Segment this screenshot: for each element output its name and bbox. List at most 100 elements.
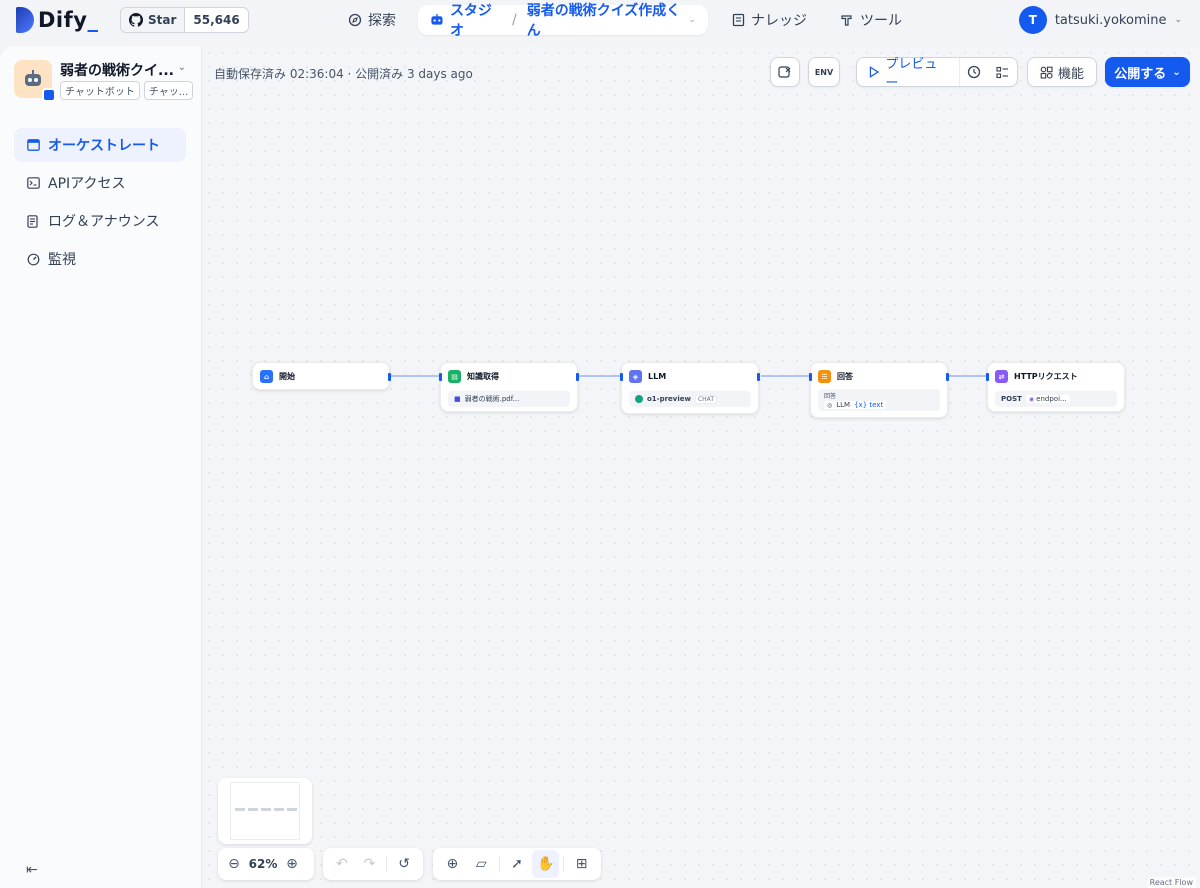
workflow-canvas[interactable]: 自動保存済み 02:36:04 · 公開済み 3 days ago ENV プレ… [202, 46, 1200, 888]
github-star-button[interactable]: Star 55,646 [120, 7, 249, 33]
nav-tools-label: ツール [860, 13, 902, 29]
publish-button[interactable]: 公開する ⌄ [1105, 57, 1190, 87]
run-history-button[interactable] [960, 58, 989, 86]
add-node-icon[interactable]: ⊕ [439, 850, 466, 878]
canvas-tools: ⊕ ▱ ➚ ✋ ⊞ [433, 848, 601, 880]
sidebar-item-label: オーケストレート [48, 138, 160, 154]
divider [386, 856, 388, 872]
zoom-level[interactable]: 62% [246, 857, 280, 871]
preview-button[interactable]: プレビュー [857, 57, 960, 91]
redo-icon[interactable]: ↷ [357, 850, 383, 878]
chevron-down-icon[interactable]: ⌄ [178, 62, 186, 73]
app-sidebar: 弱者の戦術クイ... ⌄ チャットボット チャッ... オーケストレート API… [0, 46, 202, 888]
github-star-count: 55,646 [193, 13, 240, 27]
node-title: 開始 [279, 372, 295, 381]
book-icon [732, 13, 745, 27]
minimap[interactable] [218, 778, 312, 844]
checklist-toggle-button[interactable] [988, 58, 1017, 86]
llm-icon: ◈ [629, 370, 642, 383]
window-icon [26, 138, 40, 152]
divider [563, 856, 565, 872]
model-mode-badge: CHAT [694, 394, 717, 404]
hand-icon[interactable]: ✋ [532, 850, 560, 878]
source-handle[interactable] [388, 373, 391, 381]
chevron-down-icon: ⌄ [1174, 15, 1182, 25]
node-knowledge-retrieval[interactable]: ▤ 知識取得 ■ 弱者の戦術.pdf... [439, 362, 579, 412]
chevron-down-icon[interactable]: ⌄ [688, 15, 696, 25]
app-mode-tag: チャッ... [143, 81, 194, 100]
features-label: 機能 [1057, 66, 1084, 82]
sidebar-item-orchestrate[interactable]: オーケストレート [14, 128, 186, 162]
github-icon [129, 13, 143, 27]
list-check-icon [996, 66, 1009, 78]
github-star-label: Star [148, 13, 177, 27]
app-info-card[interactable]: 弱者の戦術クイ... ⌄ チャットボット チャッ... [14, 60, 194, 116]
source-handle[interactable] [946, 373, 949, 381]
source-handle[interactable] [576, 373, 579, 381]
node-start[interactable]: ⌂ 開始 [252, 362, 391, 390]
collapse-sidebar-icon[interactable]: ⇤ [26, 862, 38, 878]
app-title: 弱者の戦術クイ... [60, 63, 174, 79]
sidebar-item-monitoring[interactable]: 監視 [14, 242, 186, 276]
dify-logo-mark [16, 7, 34, 33]
target-handle[interactable] [809, 373, 812, 381]
features-button[interactable]: 機能 [1027, 57, 1097, 87]
node-answer[interactable]: ☰ 回答 回答 ◎ LLM {x} text [809, 362, 949, 418]
breadcrumb-app-name[interactable]: 弱者の戦術クイズ作成くん [527, 0, 683, 40]
sidebar-menu: オーケストレート APIアクセス ログ＆アナウンス 監視 [14, 128, 186, 280]
terminal-icon [26, 176, 40, 190]
compass-icon [348, 13, 362, 27]
dataset-item: ■ 弱者の戦術.pdf... [448, 391, 570, 407]
home-icon: ⌂ [260, 370, 273, 383]
play-icon [869, 66, 880, 78]
react-flow-attribution[interactable]: React Flow [1146, 877, 1196, 888]
version-history-icon[interactable]: ↺ [391, 850, 417, 878]
openai-icon [635, 395, 643, 403]
target-handle[interactable] [439, 373, 442, 381]
zoom-in-icon[interactable]: ⊕ [282, 850, 302, 878]
app-type-tag: チャットボット [60, 81, 140, 100]
folder-icon: ■ [454, 395, 461, 403]
minimap-viewport [230, 782, 300, 840]
checklist-button[interactable] [770, 57, 800, 87]
sidebar-item-logs[interactable]: ログ＆アナウンス [14, 204, 186, 238]
add-note-icon[interactable]: ▱ [468, 850, 495, 878]
node-title: HTTPリクエスト [1014, 372, 1078, 381]
dify-logo[interactable]: Dify_ [16, 6, 98, 34]
edge-knowledge-llm [579, 375, 622, 377]
chatbot-badge-icon [42, 88, 56, 102]
source-handle[interactable] [757, 373, 760, 381]
zoom-out-icon[interactable]: ⊖ [224, 850, 244, 878]
user-menu[interactable]: T tatsuki.yokomine ⌄ [1018, 4, 1182, 36]
sidebar-item-label: APIアクセス [48, 176, 126, 192]
edge-answer-http [949, 375, 988, 377]
nav-explore[interactable]: 探索 [336, 5, 408, 35]
nav-tools[interactable]: ツール [828, 5, 914, 35]
ref-variable: {x} text [854, 401, 884, 409]
nav-knowledge-label: ナレッジ [751, 13, 807, 29]
chevron-down-icon: ⌄ [1172, 66, 1181, 78]
book-open-icon: ▤ [448, 370, 461, 383]
target-handle[interactable] [620, 373, 623, 381]
publish-label: 公開する [1114, 66, 1167, 82]
node-http-request[interactable]: ⇄ HTTPリクエスト POST ◉ endpoi... [986, 362, 1125, 412]
divider [498, 856, 500, 872]
edge-llm-answer [761, 375, 811, 377]
history-icon [968, 65, 981, 79]
answer-icon: ☰ [818, 370, 831, 383]
env-variables-button[interactable]: ENV [808, 57, 840, 87]
undo-icon[interactable]: ↶ [329, 850, 355, 878]
save-status: 自動保存済み 02:36:04 · 公開済み 3 days ago [214, 67, 473, 81]
node-llm[interactable]: ◈ LLM o1-preview CHAT [620, 362, 760, 414]
target-handle[interactable] [986, 373, 989, 381]
nav-studio[interactable]: スタジオ / 弱者の戦術クイズ作成くん ⌄ [418, 3, 708, 39]
answer-label: 回答 [824, 393, 837, 400]
nav-studio-label: スタジオ [449, 3, 492, 39]
breadcrumb-separator: / [511, 12, 517, 28]
ref-node-name: LLM [836, 401, 851, 409]
nav-knowledge[interactable]: ナレッジ [720, 5, 819, 35]
pointer-icon[interactable]: ➚ [504, 850, 531, 878]
node-title: LLM [648, 372, 667, 381]
organize-blocks-icon[interactable]: ⊞ [568, 850, 595, 878]
sidebar-item-api[interactable]: APIアクセス [14, 166, 186, 200]
